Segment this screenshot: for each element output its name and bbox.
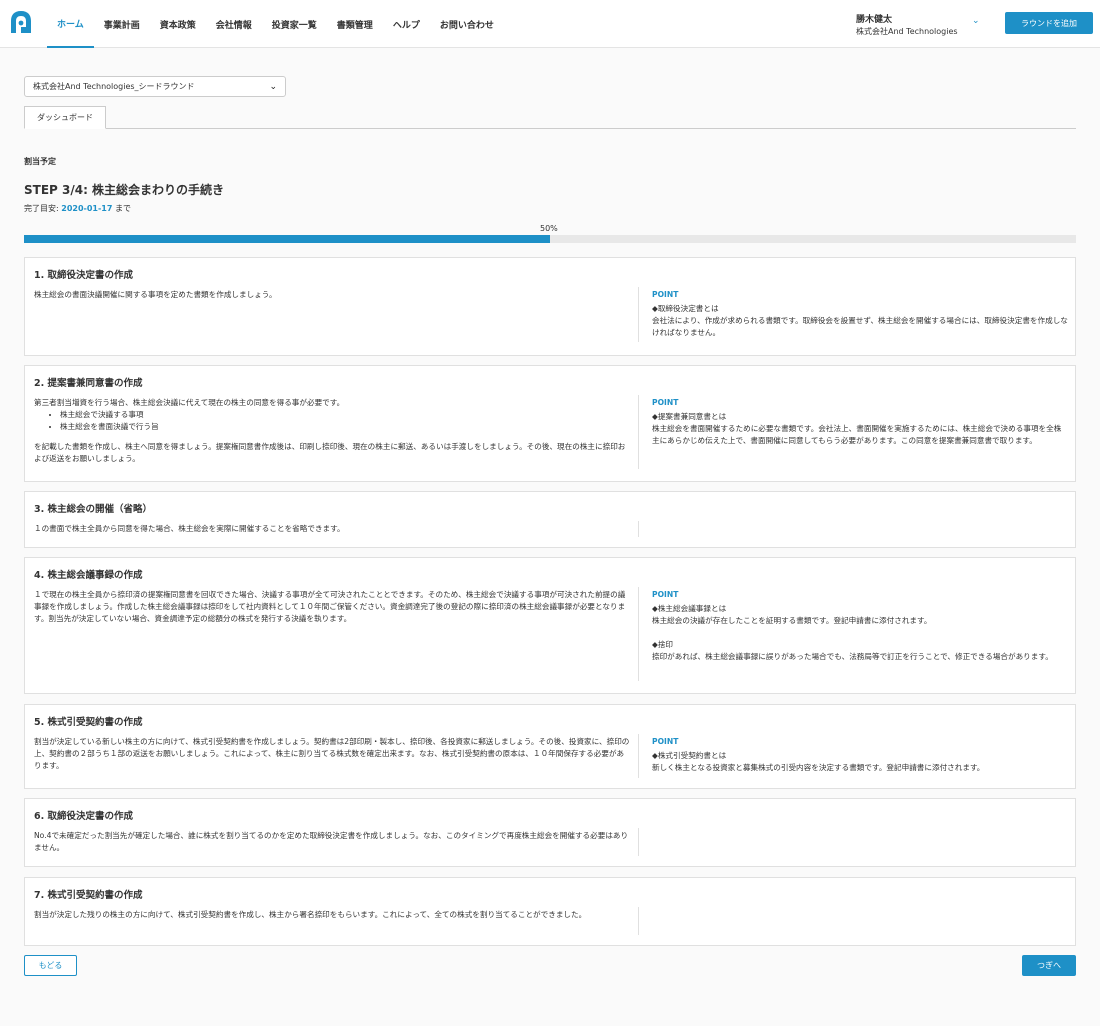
point-heading: ◆株主総会議事録とは [652, 604, 727, 613]
step-card-4: 4. 株主総会議事録の作成 １で現在の株主全員から捺印済の提案権同意書を回収でき… [24, 557, 1076, 694]
top-header: ホーム 事業計画 資本政策 会社情報 投資家一覧 書類管理 ヘルプ お問い合わせ… [0, 0, 1100, 48]
point-box: POINT ◆提案書兼同意書とは 株主総会を書面開催するために必要な書類です。会… [652, 397, 1068, 447]
progress-fill [24, 235, 550, 243]
point-box: POINT ◆取締役決定書とは 会社法により、作成が求められる書類です。取締役会… [652, 289, 1068, 339]
list-item: 株主総会で決議する事項 [60, 409, 630, 421]
nav-item-help[interactable]: ヘルプ [383, 0, 430, 48]
point-text: 株主総会の決議が存在したことを証明する書類です。登記申請書に添付されます。 [652, 616, 932, 625]
step-title: STEP 3/4: 株主総会まわりの手続き [24, 183, 225, 197]
point-label: POINT [652, 590, 679, 599]
card-body: １で現在の株主全員から捺印済の提案権同意書を回収できた場合、決議する事項が全て可… [34, 589, 630, 625]
card-text: １で現在の株主全員から捺印済の提案権同意書を回収できた場合、決議する事項が全て可… [34, 590, 626, 623]
card-text: １の書面で株主全員から同意を得た場合、株主総会を実際に開催することを省略できます… [34, 524, 345, 533]
card-body: １の書面で株主全員から同意を得た場合、株主総会を実際に開催することを省略できます… [34, 523, 630, 535]
point-item: ◆株主総会議事録とは 株主総会の決議が存在したことを証明する書類です。登記申請書… [652, 603, 1068, 627]
progress-label: 50% [540, 224, 558, 233]
next-button[interactable]: つぎへ [1022, 955, 1076, 976]
point-text: 新しく株主となる投資家と募集株式の引受内容を決定する書類です。登記申請書に添付さ… [652, 763, 985, 772]
tab-dashboard[interactable]: ダッシュボード [24, 106, 106, 129]
card-title: 4. 株主総会議事録の作成 [34, 570, 143, 581]
add-round-button[interactable]: ラウンドを追加 [1005, 12, 1093, 34]
nav-item-investors[interactable]: 投資家一覧 [262, 0, 327, 48]
card-text: 第三者割当増資を行う場合、株主総会決議に代えて現在の株主の同意を得る事が必要です… [34, 398, 345, 407]
card-bullet-list: 株主総会で決議する事項 株主総会を書面決議で行う旨 [60, 409, 630, 433]
point-label: POINT [652, 737, 679, 746]
point-label: POINT [652, 290, 679, 299]
card-body: 株主総会の書面決議開催に関する事項を定めた書類を作成しましょう。 [34, 289, 630, 301]
card-body: 割当が決定した残りの株主の方に向けて、株式引受契約書を作成し、株主から署名捺印を… [34, 909, 630, 921]
card-divider [638, 907, 639, 935]
section-label: 割当予定 [24, 157, 56, 166]
point-heading: ◆捨印 [652, 640, 674, 649]
card-title: 3. 株主総会の開催（省略） [34, 504, 153, 515]
point-text: 会社法により、作成が求められる書類です。取締役会を設置せず、株主総会を開催する場… [652, 316, 1068, 337]
step-card-6: 6. 取締役決定書の作成 No.4で未確定だった割当先が確定した場合、誰に株式を… [24, 798, 1076, 867]
card-title: 7. 株式引受契約書の作成 [34, 890, 143, 901]
card-divider [638, 828, 639, 856]
point-item: ◆株式引受契約書とは 新しく株主となる投資家と募集株式の引受内容を決定する書類で… [652, 750, 1068, 774]
card-title: 6. 取締役決定書の作成 [34, 811, 134, 822]
point-label: POINT [652, 398, 679, 407]
chevron-down-icon: ⌄ [269, 81, 277, 92]
list-item: 株主総会を書面決議で行う旨 [60, 421, 630, 433]
card-body: 第三者割当増資を行う場合、株主総会決議に代えて現在の株主の同意を得る事が必要です… [34, 397, 630, 465]
nav-item-documents[interactable]: 書類管理 [327, 0, 383, 48]
card-text: 株主総会の書面決議開催に関する事項を定めた書類を作成しましょう。 [34, 290, 277, 299]
card-body: No.4で未確定だった割当先が確定した場合、誰に株式を割り当てるのかを定めた取締… [34, 830, 630, 854]
nav-item-business-plan[interactable]: 事業計画 [94, 0, 150, 48]
card-divider [638, 521, 639, 537]
step-card-2: 2. 提案書兼同意書の作成 第三者割当増資を行う場合、株主総会決議に代えて現在の… [24, 365, 1076, 482]
round-select[interactable]: 株式会社And Technologies_シードラウンド ⌄ [24, 76, 286, 97]
point-heading: ◆提案書兼同意書とは [652, 412, 727, 421]
user-menu[interactable]: 勝木健太 株式会社And Technologies [856, 15, 958, 37]
point-box: POINT ◆株主総会議事録とは 株主総会の決議が存在したことを証明する書類です… [652, 589, 1068, 663]
main-nav: ホーム 事業計画 資本政策 会社情報 投資家一覧 書類管理 ヘルプ お問い合わせ [47, 0, 504, 48]
step-card-3: 3. 株主総会の開催（省略） １の書面で株主全員から同意を得た場合、株主総会を実… [24, 491, 1076, 548]
user-company: 株式会社And Technologies [856, 27, 958, 36]
back-button[interactable]: もどる [24, 955, 77, 976]
card-divider [638, 287, 639, 342]
user-name: 勝木健太 [856, 15, 893, 25]
card-text: No.4で未確定だった割当先が確定した場合、誰に株式を割り当てるのかを定めた取締… [34, 831, 629, 852]
point-text: 捺印があれば、株主総会議事録に誤りがあった場合でも、法務局等で訂正を行うことで、… [652, 652, 1053, 661]
nav-item-capital-policy[interactable]: 資本政策 [150, 0, 206, 48]
round-select-value: 株式会社And Technologies_シードラウンド [33, 82, 195, 91]
tab-bar: ダッシュボード [24, 106, 1076, 129]
card-title: 1. 取締役決定書の作成 [34, 270, 134, 281]
card-divider [638, 734, 639, 778]
deadline-prefix: 完了目安: [24, 204, 59, 213]
card-text: 割当が決定している新しい株主の方に向けて、株式引受契約書を作成しましょう。契約書… [34, 737, 630, 770]
point-text: 株主総会を書面開催するために必要な書類です。会社法上、書面開催を実施するためには… [652, 424, 1062, 445]
deadline-date: 2020-01-17 [61, 204, 113, 213]
nav-item-company-info[interactable]: 会社情報 [206, 0, 262, 48]
point-item: ◆提案書兼同意書とは 株主総会を書面開催するために必要な書類です。会社法上、書面… [652, 411, 1068, 447]
progress-bar [24, 235, 1076, 243]
logo-icon[interactable] [8, 9, 34, 37]
point-item: ◆取締役決定書とは 会社法により、作成が求められる書類です。取締役会を設置せず、… [652, 303, 1068, 339]
point-box: POINT ◆株式引受契約書とは 新しく株主となる投資家と募集株式の引受内容を決… [652, 736, 1068, 774]
step-card-7: 7. 株式引受契約書の作成 割当が決定した残りの株主の方に向けて、株式引受契約書… [24, 877, 1076, 946]
step-card-5: 5. 株式引受契約書の作成 割当が決定している新しい株主の方に向けて、株式引受契… [24, 704, 1076, 789]
deadline-suffix: まで [114, 204, 131, 213]
card-divider [638, 395, 639, 469]
card-title: 5. 株式引受契約書の作成 [34, 717, 143, 728]
point-heading: ◆株式引受契約書とは [652, 751, 727, 760]
nav-item-home[interactable]: ホーム [47, 0, 94, 48]
point-item: ◆捨印 捺印があれば、株主総会議事録に誤りがあった場合でも、法務局等で訂正を行う… [652, 639, 1068, 663]
card-body: 割当が決定している新しい株主の方に向けて、株式引受契約書を作成しましょう。契約書… [34, 736, 630, 772]
nav-item-contact[interactable]: お問い合わせ [430, 0, 504, 48]
deadline: 完了目安: 2020-01-17 まで [24, 203, 131, 214]
step-card-1: 1. 取締役決定書の作成 株主総会の書面決議開催に関する事項を定めた書類を作成し… [24, 257, 1076, 356]
point-heading: ◆取締役決定書とは [652, 304, 719, 313]
card-divider [638, 587, 639, 681]
chevron-down-icon[interactable]: ⌄ [972, 16, 980, 26]
card-title: 2. 提案書兼同意書の作成 [34, 378, 143, 389]
card-text: 割当が決定した残りの株主の方に向けて、株式引受契約書を作成し、株主から署名捺印を… [34, 910, 587, 919]
card-text: を記載した書類を作成し、株主へ同意を得ましょう。提案権同意書作成後は、印刷し捺印… [34, 442, 626, 463]
